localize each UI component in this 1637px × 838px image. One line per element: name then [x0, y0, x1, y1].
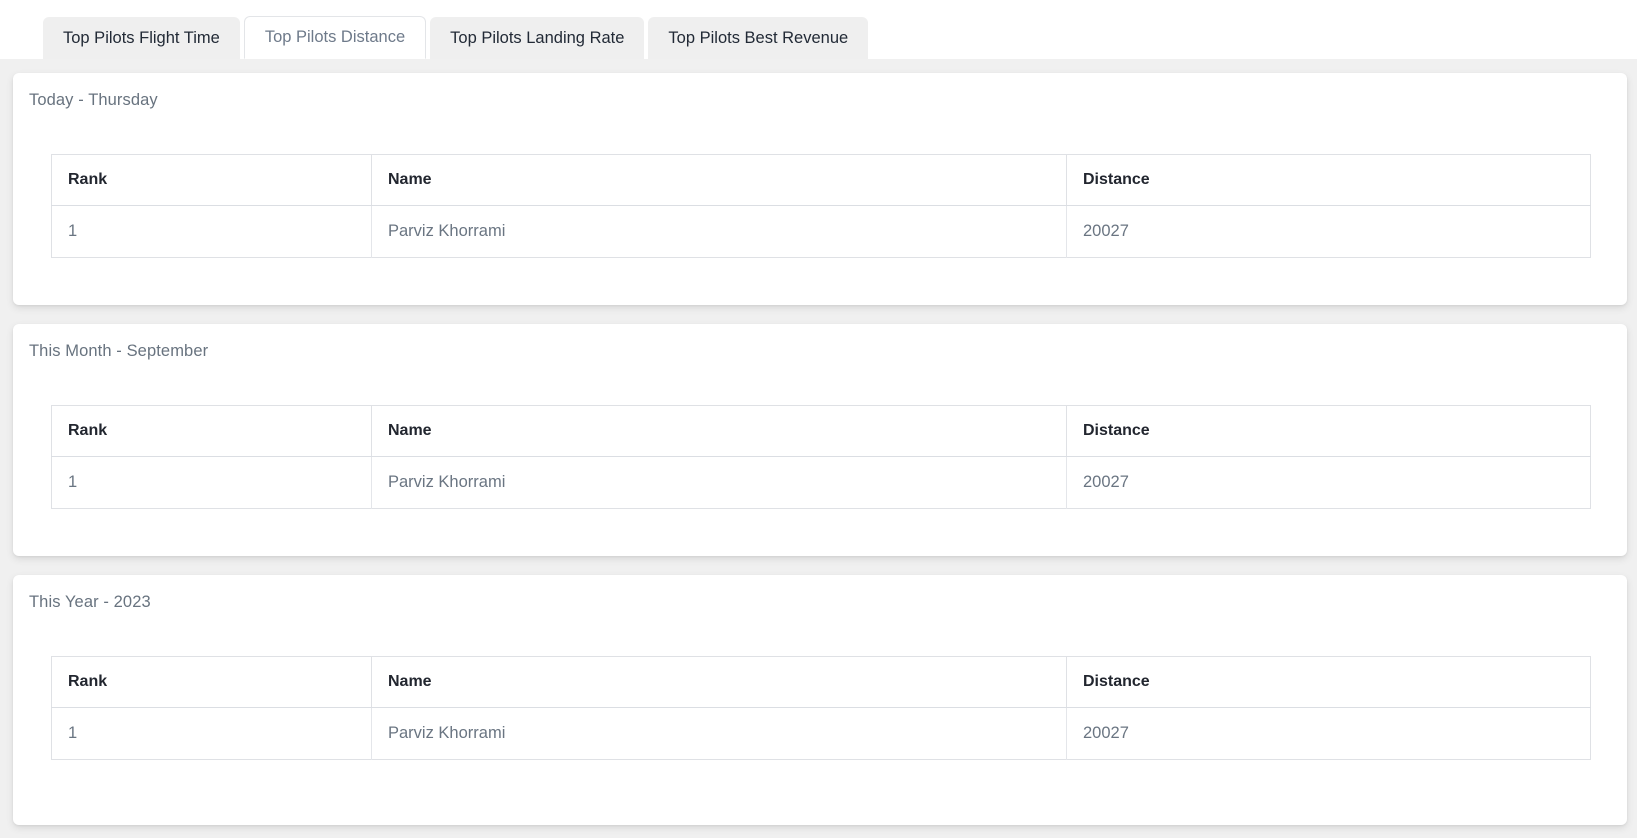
leaderboard-table: Rank Name Distance 1 Parviz Khorrami 200… [51, 405, 1591, 509]
column-header-rank: Rank [51, 154, 372, 206]
leaderboard-tab-bar: Top Pilots Flight Time Top Pilots Distan… [0, 0, 1637, 59]
table-header-row: Rank Name Distance [51, 405, 1591, 457]
table-row: 1 Parviz Khorrami 20027 [51, 707, 1591, 760]
column-header-rank: Rank [51, 656, 372, 708]
leaderboard-table: Rank Name Distance 1 Parviz Khorrami 200… [51, 656, 1591, 760]
tab-top-pilots-best-revenue[interactable]: Top Pilots Best Revenue [648, 17, 869, 59]
cell-rank: 1 [51, 456, 372, 509]
leaderboard-table-wrapper: Rank Name Distance 1 Parviz Khorrami 200… [51, 405, 1591, 509]
column-header-name: Name [371, 656, 1067, 708]
tab-top-pilots-flight-time[interactable]: Top Pilots Flight Time [43, 17, 240, 59]
table-header-row: Rank Name Distance [51, 154, 1591, 206]
card-title: Today - Thursday [29, 91, 158, 109]
table-header-row: Rank Name Distance [51, 656, 1591, 708]
page-root: Top Pilots Flight Time Top Pilots Distan… [0, 0, 1637, 838]
cell-distance: 20027 [1083, 222, 1129, 240]
tab-label: Top Pilots Distance [264, 28, 406, 47]
tab-top-pilots-landing-rate[interactable]: Top Pilots Landing Rate [430, 17, 645, 59]
tab-top-pilots-distance[interactable]: Top Pilots Distance [243, 16, 427, 59]
card-title: This Month - September [29, 342, 209, 360]
column-header-name: Name [371, 405, 1067, 457]
cell-name: Parviz Khorrami [371, 707, 1067, 760]
cell-distance: 20027 [1083, 473, 1129, 491]
cell-distance: 20027 [1083, 724, 1129, 742]
column-header-distance: Distance [1066, 405, 1591, 457]
leaderboard-card-this-month: This Month - September Rank Name Distanc… [13, 324, 1627, 556]
leaderboard-card-this-year: This Year - 2023 Rank Name Distance 1 Pa… [13, 575, 1627, 825]
cell-rank: 1 [51, 707, 372, 760]
table-row: 1 Parviz Khorrami 20027 [51, 205, 1591, 258]
column-header-distance: Distance [1066, 656, 1591, 708]
card-title: This Year - 2023 [29, 593, 151, 611]
table-row: 1 Parviz Khorrami 20027 [51, 456, 1591, 509]
tab-label: Top Pilots Best Revenue [668, 28, 849, 47]
column-header-distance: Distance [1066, 154, 1591, 206]
leaderboard-table-wrapper: Rank Name Distance 1 Parviz Khorrami 200… [51, 154, 1591, 258]
cell-name: Parviz Khorrami [371, 205, 1067, 258]
leaderboard-table: Rank Name Distance 1 Parviz Khorrami 200… [51, 154, 1591, 258]
tab-label: Top Pilots Landing Rate [450, 28, 625, 47]
leaderboard-table-wrapper: Rank Name Distance 1 Parviz Khorrami 200… [51, 656, 1591, 760]
cell-name: Parviz Khorrami [371, 456, 1067, 509]
column-header-name: Name [371, 154, 1067, 206]
column-header-rank: Rank [51, 405, 372, 457]
leaderboard-card-today: Today - Thursday Rank Name Distance 1 Pa… [13, 73, 1627, 305]
tab-label: Top Pilots Flight Time [63, 28, 220, 47]
cell-rank: 1 [51, 205, 372, 258]
